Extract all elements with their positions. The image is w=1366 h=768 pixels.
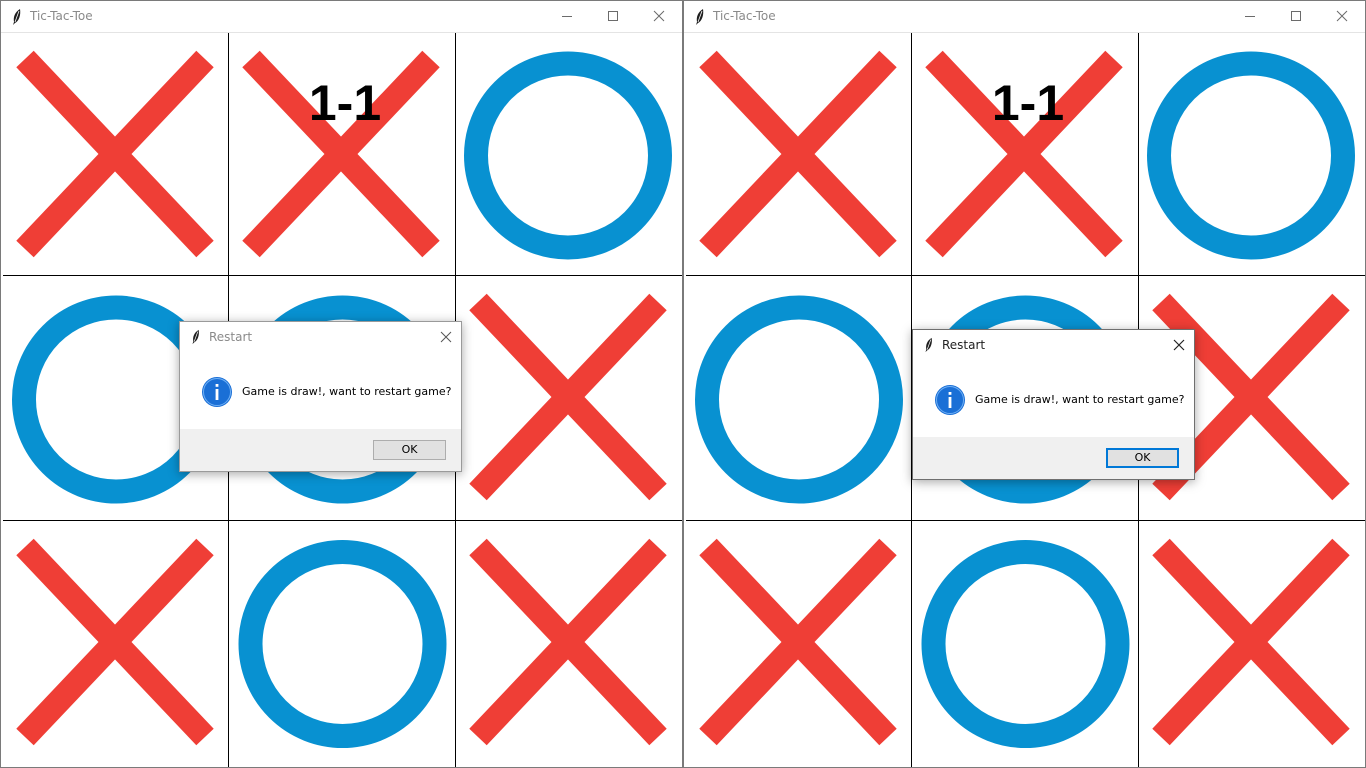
board-cell-0-2[interactable] [456, 33, 681, 276]
board-cell-1-2[interactable] [456, 276, 681, 519]
ok-button[interactable]: OK [1106, 448, 1179, 468]
x-mark-icon [925, 50, 1123, 258]
window-title: Tic-Tac-Toe [713, 9, 776, 23]
board-cell-0-2[interactable] [1139, 33, 1364, 276]
restart-dialog-left: Restart Game is draw!, want to restart g… [179, 321, 462, 472]
dialog-message: Game is draw!, want to restart game? [242, 385, 452, 398]
close-icon[interactable] [437, 328, 455, 346]
maximize-button[interactable] [1273, 1, 1319, 32]
x-mark-icon [699, 50, 897, 258]
info-icon [202, 377, 232, 407]
feather-icon [192, 329, 199, 345]
board-cell-2-1[interactable] [229, 521, 454, 764]
feather-icon [696, 9, 704, 25]
board-cell-2-2[interactable] [1139, 521, 1364, 764]
restart-dialog-right: Restart Game is draw!, want to restart g… [912, 329, 1195, 480]
board-cell-2-0[interactable] [686, 521, 911, 764]
close-icon[interactable] [1170, 336, 1188, 354]
board-cell-0-0[interactable] [3, 33, 228, 276]
x-mark-icon [1152, 538, 1350, 746]
minimize-button[interactable] [1227, 1, 1273, 32]
title-bar[interactable]: Tic-Tac-Toe [1, 1, 682, 33]
maximize-icon [1291, 11, 1301, 21]
x-mark-icon [16, 538, 214, 746]
window-title: Tic-Tac-Toe [30, 9, 93, 23]
grid-line-horizontal [3, 520, 682, 521]
score-label: 1-1 [991, 75, 1065, 131]
close-button[interactable] [636, 1, 682, 32]
minimize-icon [562, 16, 572, 17]
grid-line-horizontal [686, 275, 1365, 276]
dialog-title-bar[interactable]: Restart [180, 322, 461, 352]
grid-line-horizontal [686, 520, 1365, 521]
maximize-icon [608, 11, 618, 21]
board-cell-0-0[interactable] [686, 33, 911, 276]
x-mark-icon [469, 538, 667, 746]
o-mark-icon [1147, 51, 1355, 260]
o-mark-icon [238, 540, 447, 748]
title-bar[interactable]: Tic-Tac-Toe [684, 1, 1365, 33]
feather-icon [13, 9, 21, 25]
dialog-title: Restart [942, 338, 986, 352]
x-mark-icon [16, 50, 214, 258]
close-icon [1336, 10, 1348, 22]
x-mark-icon [469, 293, 667, 501]
close-icon [653, 10, 665, 22]
info-icon [935, 385, 965, 415]
minimize-icon [1245, 16, 1255, 17]
board-cell-1-0[interactable] [686, 276, 911, 519]
dialog-title-bar[interactable]: Restart [913, 330, 1194, 360]
o-mark-icon [921, 540, 1130, 748]
x-mark-icon [242, 50, 440, 258]
o-mark-icon [464, 51, 672, 260]
x-mark-icon [699, 538, 897, 746]
maximize-button[interactable] [590, 1, 636, 32]
dialog-message: Game is draw!, want to restart game? [975, 393, 1185, 406]
o-mark-icon [695, 295, 903, 504]
board-cell-2-2[interactable] [456, 521, 681, 764]
board-cell-2-0[interactable] [3, 521, 228, 764]
dialog-footer: OK [913, 437, 1194, 479]
grid-line-horizontal [3, 275, 682, 276]
board-cell-0-1[interactable] [229, 33, 454, 276]
ok-button[interactable]: OK [373, 440, 446, 460]
minimize-button[interactable] [544, 1, 590, 32]
dialog-footer: OK [180, 429, 461, 471]
dialog-title: Restart [209, 330, 253, 344]
board-cell-0-1[interactable] [912, 33, 1137, 276]
close-button[interactable] [1319, 1, 1365, 32]
board-cell-2-1[interactable] [912, 521, 1137, 764]
score-label: 1-1 [308, 75, 382, 131]
feather-icon [925, 337, 932, 353]
